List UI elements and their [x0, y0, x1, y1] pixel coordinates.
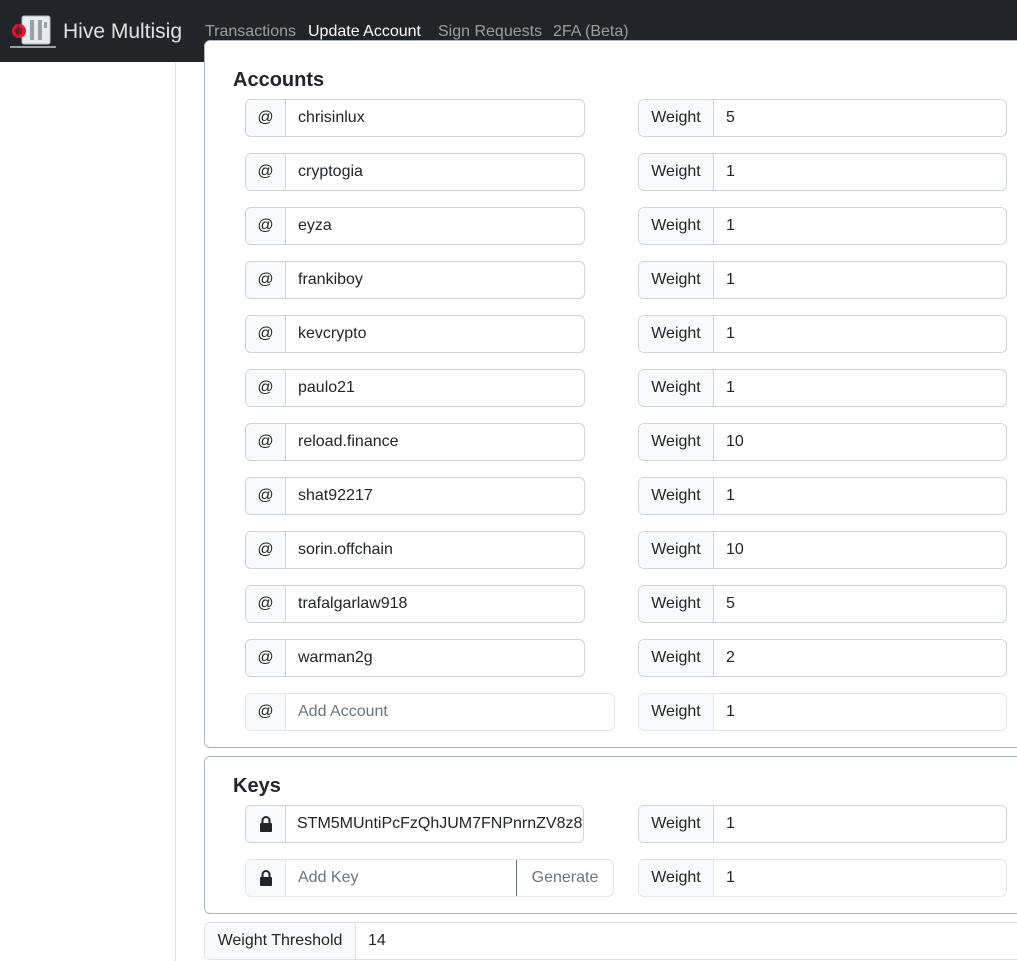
at-prefix: @	[246, 154, 286, 190]
key-group: STM5MUntiPcFzQhJUM7FNPnrnZV8z8t	[245, 805, 584, 843]
account-input[interactable]: warman2g	[286, 640, 584, 676]
account-weight-input[interactable]: 1	[714, 316, 1006, 352]
add-key-weight-input[interactable]: 1	[714, 860, 1006, 896]
account-weight-input[interactable]: 5	[714, 586, 1006, 622]
at-prefix: @	[246, 316, 286, 352]
account-weight-group: Weight 1	[638, 153, 1007, 191]
account-weight-group: Weight 1	[638, 207, 1007, 245]
account-weight-input[interactable]: 1	[714, 262, 1006, 298]
weight-label: Weight	[639, 694, 714, 730]
add-key-weight-group: Weight 1	[638, 859, 1007, 897]
at-prefix: @	[246, 640, 286, 676]
account-input[interactable]: frankiboy	[286, 262, 584, 298]
account-input[interactable]: chrisinlux	[286, 100, 584, 136]
at-prefix: @	[246, 100, 286, 136]
weight-label: Weight	[639, 262, 714, 298]
account-weight-group: Weight 1	[638, 315, 1007, 353]
account-weight-group: Weight 1	[638, 261, 1007, 299]
account-weight-input[interactable]: 1	[714, 478, 1006, 514]
account-weight-group: Weight 2	[638, 639, 1007, 677]
account-weight-input[interactable]: 2	[714, 640, 1006, 676]
account-weight-group: Weight 1	[638, 477, 1007, 515]
account-input[interactable]: cryptogia	[286, 154, 584, 190]
account-group: @ cryptogia	[245, 153, 585, 191]
add-key-group: Add Key Generate	[245, 859, 614, 897]
account-group: @ eyza	[245, 207, 585, 245]
generate-button[interactable]: Generate	[516, 860, 613, 896]
account-weight-group: Weight 1	[638, 369, 1007, 407]
at-prefix: @	[246, 262, 286, 298]
weight-threshold-label: Weight Threshold	[205, 923, 356, 959]
at-prefix: @	[246, 208, 286, 244]
key-input[interactable]: STM5MUntiPcFzQhJUM7FNPnrnZV8z8t	[286, 806, 583, 842]
weight-label: Weight	[639, 100, 714, 136]
account-group: @ chrisinlux	[245, 99, 585, 137]
keys-section-title: Keys	[233, 775, 281, 797]
lock-icon	[259, 816, 272, 832]
account-group: @ kevcrypto	[245, 315, 585, 353]
accounts-section-title: Accounts	[233, 69, 325, 91]
account-group: @ sorin.offchain	[245, 531, 585, 569]
account-weight-input[interactable]: 10	[714, 424, 1006, 460]
add-account-weight-group: Weight 1	[638, 693, 1007, 731]
account-weight-group: Weight 10	[638, 531, 1007, 569]
weight-label: Weight	[639, 478, 714, 514]
brand-title[interactable]: Hive Multisig	[63, 20, 182, 44]
add-account-weight-input[interactable]: 1	[714, 694, 1006, 730]
nav-link-2fa[interactable]: 2FA (Beta)	[553, 23, 629, 41]
account-input[interactable]: shat92217	[286, 478, 584, 514]
account-group: @ warman2g	[245, 639, 585, 677]
weight-label: Weight	[639, 860, 714, 896]
account-input[interactable]: reload.finance	[286, 424, 584, 460]
weight-label: Weight	[639, 806, 714, 842]
at-prefix: @	[246, 586, 286, 622]
nav-link-sign-requests[interactable]: Sign Requests	[438, 23, 542, 41]
account-weight-group: Weight 5	[638, 585, 1007, 623]
hive-multisig-logo-icon[interactable]	[8, 14, 58, 48]
weight-threshold-group: Weight Threshold 14	[204, 922, 1017, 960]
key-weight-input[interactable]: 1	[714, 806, 1006, 842]
weight-label: Weight	[639, 532, 714, 568]
account-weight-input[interactable]: 1	[714, 154, 1006, 190]
at-prefix: @	[246, 694, 286, 730]
account-weight-group: Weight 10	[638, 423, 1007, 461]
add-account-group: @ Add Account	[245, 693, 615, 731]
weight-label: Weight	[639, 640, 714, 676]
account-input[interactable]: paulo21	[286, 370, 584, 406]
lock-prefix	[246, 860, 286, 896]
at-prefix: @	[246, 370, 286, 406]
nav-link-transactions[interactable]: Transactions	[205, 23, 296, 41]
account-group: @ shat92217	[245, 477, 585, 515]
account-weight-group: Weight 5	[638, 99, 1007, 137]
add-key-input[interactable]: Add Key	[286, 860, 516, 896]
account-weight-input[interactable]: 1	[714, 370, 1006, 406]
at-prefix: @	[246, 424, 286, 460]
account-input[interactable]: eyza	[286, 208, 584, 244]
account-input[interactable]: sorin.offchain	[286, 532, 584, 568]
weight-label: Weight	[639, 370, 714, 406]
account-group: @ frankiboy	[245, 261, 585, 299]
account-group: @ trafalgarlaw918	[245, 585, 585, 623]
account-input[interactable]: trafalgarlaw918	[286, 586, 584, 622]
at-prefix: @	[246, 478, 286, 514]
weight-label: Weight	[639, 424, 714, 460]
account-group: @ paulo21	[245, 369, 585, 407]
add-account-input[interactable]: Add Account	[286, 694, 614, 730]
weight-label: Weight	[639, 208, 714, 244]
account-weight-input[interactable]: 1	[714, 208, 1006, 244]
weight-label: Weight	[639, 154, 714, 190]
lock-prefix	[246, 806, 286, 842]
lock-icon	[259, 870, 272, 886]
weight-label: Weight	[639, 316, 714, 352]
account-weight-input[interactable]: 10	[714, 532, 1006, 568]
key-weight-group: Weight 1	[638, 805, 1007, 843]
at-prefix: @	[246, 532, 286, 568]
account-group: @ reload.finance	[245, 423, 585, 461]
weight-threshold-input[interactable]: 14	[356, 923, 386, 959]
account-weight-input[interactable]: 5	[714, 100, 1006, 136]
account-input[interactable]: kevcrypto	[286, 316, 584, 352]
weight-label: Weight	[639, 586, 714, 622]
nav-link-update-account[interactable]: Update Account	[308, 23, 421, 41]
left-column-divider	[175, 62, 176, 961]
